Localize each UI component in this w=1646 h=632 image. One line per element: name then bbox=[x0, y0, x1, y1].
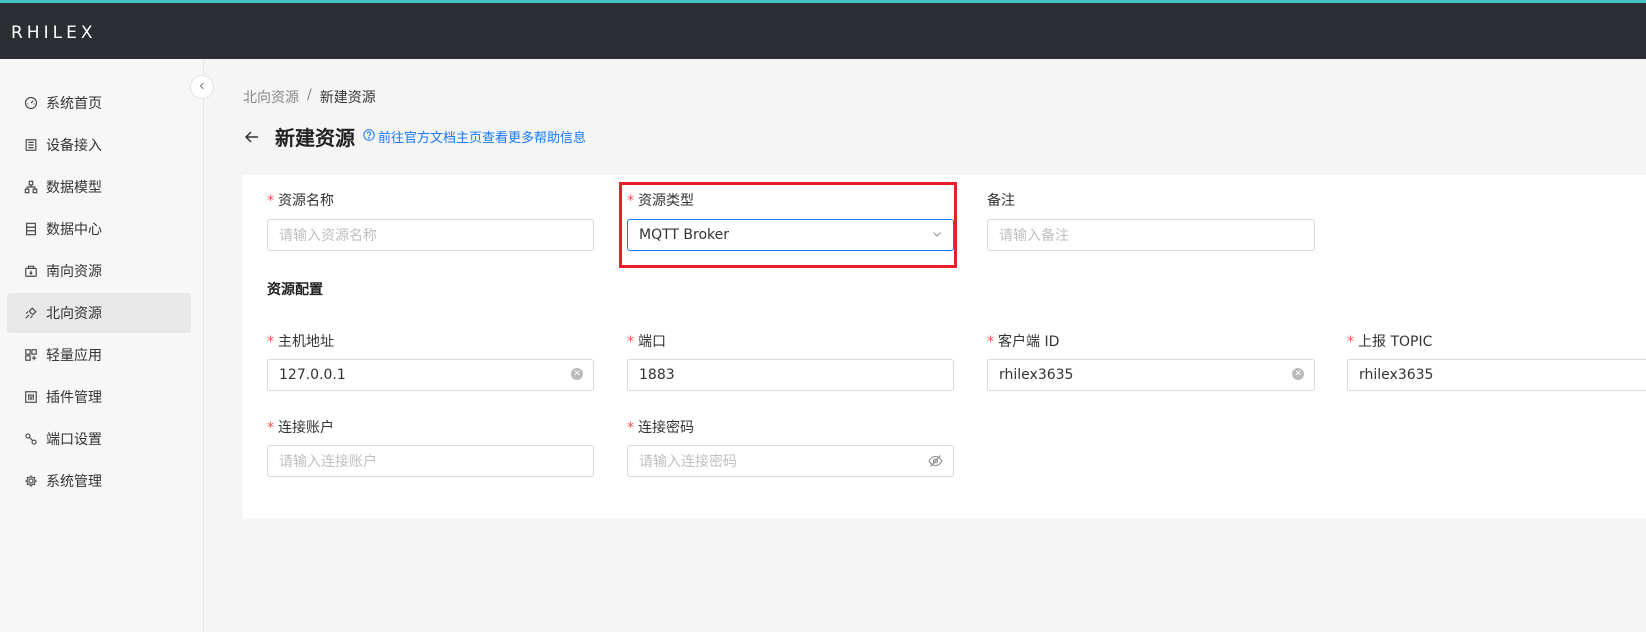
sidebar-item-label: 数据中心 bbox=[46, 222, 102, 238]
sidebar-item-north-resource[interactable]: 北向资源 bbox=[7, 293, 191, 333]
topic-input[interactable]: rhilex3635 bbox=[1347, 359, 1646, 391]
clear-icon[interactable]: ✕ bbox=[1292, 368, 1304, 380]
username-input[interactable]: 请输入连接账户 bbox=[267, 445, 594, 477]
port-input[interactable]: 1883 bbox=[627, 359, 954, 391]
sidebar-item-port-settings[interactable]: 端口设置 bbox=[7, 419, 191, 459]
sidebar-item-label: 系统管理 bbox=[46, 474, 102, 490]
sidebar-item-label: 北向资源 bbox=[46, 306, 102, 322]
resource-name-label: * 资源名称 bbox=[267, 193, 334, 209]
sidebar-item-label: 设备接入 bbox=[46, 138, 102, 154]
page-title: 新建资源 bbox=[275, 126, 355, 150]
sidebar-item-label: 端口设置 bbox=[46, 432, 102, 448]
app-header: RHILEX bbox=[0, 3, 1646, 59]
south-resource-icon bbox=[23, 264, 38, 279]
app-icon bbox=[23, 348, 38, 363]
topic-label: * 上报 TOPIC bbox=[1347, 334, 1433, 350]
sidebar-item-light-app[interactable]: 轻量应用 bbox=[7, 335, 191, 375]
chevron-left-icon bbox=[197, 79, 207, 95]
username-label: * 连接账户 bbox=[267, 420, 334, 436]
port-label: * 端口 bbox=[627, 334, 666, 350]
plugin-icon bbox=[23, 390, 38, 405]
sidebar-item-label: 南向资源 bbox=[46, 264, 102, 280]
password-label: * 连接密码 bbox=[627, 420, 694, 436]
client-id-label: * 客户端 ID bbox=[987, 334, 1060, 350]
sidebar: 系统首页 设备接入 数据模型 数据中心 南向资源 北向资源 轻量应用 插件管理 … bbox=[0, 59, 204, 632]
help-link[interactable]: 前往官方文档主页查看更多帮助信息 bbox=[363, 127, 586, 146]
port-icon bbox=[23, 432, 38, 447]
sidebar-item-data-model[interactable]: 数据模型 bbox=[7, 167, 191, 207]
device-icon bbox=[23, 138, 38, 153]
gear-icon bbox=[23, 474, 38, 489]
help-link-text: 前往官方文档主页查看更多帮助信息 bbox=[378, 131, 587, 146]
resource-name-input[interactable]: 请输入资源名称 bbox=[267, 219, 594, 251]
breadcrumb-current: 新建资源 bbox=[319, 90, 376, 106]
client-id-input[interactable]: rhilex3635 ✕ bbox=[987, 359, 1315, 391]
collapse-sidebar-button[interactable] bbox=[190, 75, 214, 99]
config-section-title: 资源配置 bbox=[267, 282, 323, 298]
host-label: * 主机地址 bbox=[267, 334, 334, 350]
north-resource-icon bbox=[23, 306, 38, 321]
sidebar-item-system-settings[interactable]: 系统管理 bbox=[7, 461, 191, 501]
sidebar-item-devices[interactable]: 设备接入 bbox=[7, 125, 191, 165]
question-circle-icon bbox=[363, 128, 375, 145]
model-icon bbox=[23, 180, 38, 195]
password-input[interactable]: 请输入连接密码 bbox=[627, 445, 954, 477]
breadcrumb-parent[interactable]: 北向资源 bbox=[243, 87, 299, 107]
sidebar-item-label: 系统首页 bbox=[46, 96, 102, 112]
remark-label: 备注 bbox=[987, 193, 1015, 209]
breadcrumb: 北向资源 / 新建资源 bbox=[243, 87, 376, 107]
page-header: 新建资源 前往官方文档主页查看更多帮助信息 bbox=[243, 122, 586, 151]
remark-input[interactable]: 请输入备注 bbox=[987, 219, 1315, 251]
sidebar-item-plugins[interactable]: 插件管理 bbox=[7, 377, 191, 417]
sidebar-item-label: 数据模型 bbox=[46, 180, 102, 196]
highlight-box bbox=[619, 182, 957, 268]
sidebar-item-label: 轻量应用 bbox=[46, 348, 102, 364]
host-input[interactable]: 127.0.0.1 ✕ bbox=[267, 359, 594, 391]
sidebar-item-data-center[interactable]: 数据中心 bbox=[7, 209, 191, 249]
app-logo[interactable]: RHILEX bbox=[11, 23, 96, 43]
arrow-left-icon[interactable] bbox=[243, 127, 263, 147]
clear-icon[interactable]: ✕ bbox=[571, 368, 583, 380]
database-icon bbox=[23, 222, 38, 237]
dashboard-icon bbox=[23, 96, 38, 111]
breadcrumb-separator: / bbox=[307, 87, 312, 103]
sidebar-item-south-resource[interactable]: 南向资源 bbox=[7, 251, 191, 291]
sidebar-item-label: 插件管理 bbox=[46, 390, 102, 406]
eye-invisible-icon[interactable] bbox=[928, 454, 943, 468]
sidebar-item-home[interactable]: 系统首页 bbox=[7, 83, 191, 123]
